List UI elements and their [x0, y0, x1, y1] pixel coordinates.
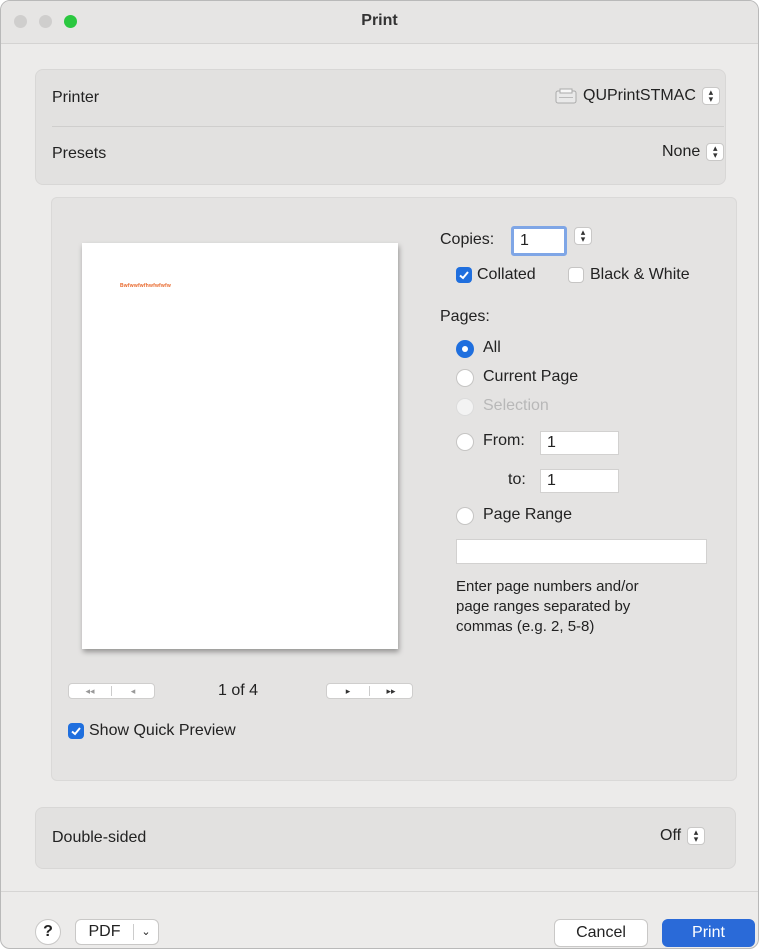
- preview-content-text: Bwfwwfwfhwfwfwfw: [120, 283, 171, 289]
- title-bar: Print: [1, 1, 758, 44]
- checkmark-icon: [71, 727, 81, 736]
- next-page-icon[interactable]: ▸: [327, 686, 369, 697]
- page-range-input[interactable]: [456, 539, 707, 564]
- page-indicator: 1 of 4: [218, 682, 259, 699]
- from-page-input[interactable]: 1: [540, 431, 619, 455]
- show-quick-preview-checkbox[interactable]: [68, 723, 84, 739]
- page-range-label: Page Range: [483, 506, 572, 523]
- help-button[interactable]: ?: [35, 919, 61, 945]
- cancel-button[interactable]: Cancel: [554, 919, 648, 947]
- next-page-buttons[interactable]: ▸ ▸▸: [326, 683, 413, 699]
- previous-page-icon[interactable]: ◂: [112, 686, 154, 697]
- printer-popup[interactable]: QUPrintSTMAC ▴ ▾: [555, 87, 720, 105]
- first-page-icon[interactable]: ◂◂: [69, 686, 111, 697]
- window-title: Print: [361, 12, 398, 29]
- page-range-help-line-3: commas (e.g. 2, 5-8): [456, 618, 595, 635]
- black-white-label: Black & White: [590, 266, 690, 283]
- printer-label: Printer: [52, 89, 100, 106]
- page-preview: Bwfwwfwfhwfwfwfw: [82, 243, 398, 649]
- copies-stepper[interactable]: ▴ ▾: [574, 227, 592, 245]
- last-page-icon[interactable]: ▸▸: [370, 686, 412, 697]
- pages-all-label: All: [483, 339, 501, 356]
- presets-popup[interactable]: None ▴ ▾: [662, 143, 725, 161]
- to-page-input[interactable]: 1: [540, 469, 619, 493]
- page-range-help-line-2: page ranges separated by: [456, 598, 631, 615]
- pages-range-radio[interactable]: [456, 507, 474, 525]
- pages-selection-label: Selection: [483, 397, 549, 414]
- copies-label: Copies:: [440, 231, 495, 248]
- pages-selection-radio: [456, 398, 474, 416]
- checkmark-icon: [459, 271, 469, 280]
- double-sided-popup[interactable]: Off ▴ ▾: [660, 827, 706, 845]
- print-dialog: Print Printer QUPrintSTMAC ▴ ▾ Presets No…: [0, 0, 759, 949]
- printer-icon: [555, 88, 577, 104]
- pages-all-radio[interactable]: [456, 340, 474, 358]
- footer-divider: [1, 891, 758, 892]
- updown-chevron-icon: ▴ ▾: [701, 87, 720, 105]
- page-range-help-line-1: Enter page numbers and/or: [456, 578, 639, 595]
- collated-checkbox[interactable]: [456, 267, 472, 283]
- pages-current-label: Current Page: [483, 368, 579, 385]
- pdf-menu-button[interactable]: PDF ⌄: [75, 919, 159, 945]
- updown-chevron-icon: ▴ ▾: [687, 827, 706, 845]
- show-quick-preview-label: Show Quick Preview: [89, 722, 236, 739]
- previous-page-buttons[interactable]: ◂◂ ◂: [68, 683, 155, 699]
- pdf-label: PDF: [88, 923, 121, 940]
- to-label: to:: [508, 471, 526, 488]
- chevron-down-icon: ⌄: [141, 926, 151, 938]
- black-white-checkbox[interactable]: [568, 267, 584, 283]
- double-sided-label: Double-sided: [52, 829, 147, 846]
- print-button[interactable]: Print: [662, 919, 755, 947]
- divider: [52, 126, 724, 127]
- pages-label: Pages:: [440, 308, 490, 325]
- presets-label: Presets: [52, 145, 107, 162]
- from-label: From:: [483, 432, 525, 449]
- copies-input[interactable]: 1: [511, 226, 567, 256]
- updown-chevron-icon: ▴ ▾: [706, 143, 725, 161]
- printer-value: QUPrintSTMAC: [583, 87, 696, 104]
- pages-from-radio[interactable]: [456, 433, 474, 451]
- collated-label: Collated: [477, 266, 536, 283]
- double-sided-value: Off: [660, 827, 682, 844]
- pages-current-radio[interactable]: [456, 369, 474, 387]
- presets-value: None: [662, 143, 701, 160]
